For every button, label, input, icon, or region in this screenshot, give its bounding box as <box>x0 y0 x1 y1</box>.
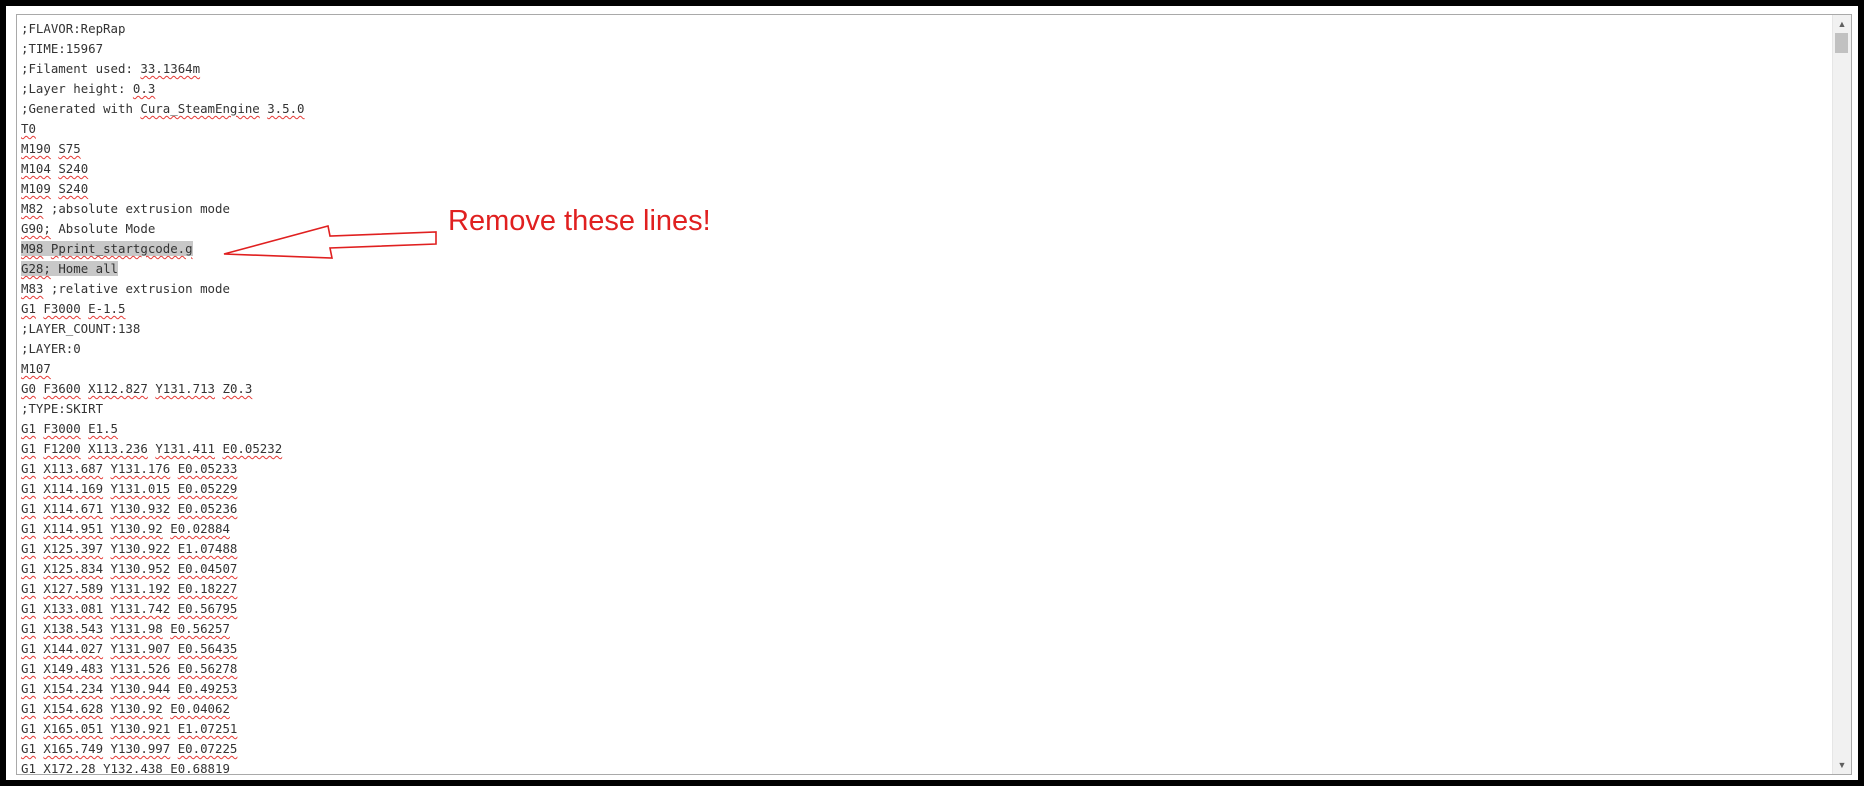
gcode-line: ;LAYER:0 <box>21 339 1815 359</box>
line-text: G1 X114.951 Y130.92 E0.02884 <box>21 521 230 536</box>
scroll-down-arrow-icon[interactable]: ▼ <box>1833 756 1851 774</box>
line-text: T0 <box>21 121 36 136</box>
gcode-line: G1 X154.234 Y130.944 E0.49253 <box>21 679 1815 699</box>
line-text: ;LAYER:0 <box>21 341 81 356</box>
gcode-line: G1 F3000 E-1.5 <box>21 299 1815 319</box>
line-text: G1 F1200 X113.236 Y131.411 E0.05232 <box>21 441 283 456</box>
line-text: G1 X125.397 Y130.922 E1.07488 <box>21 541 238 556</box>
gcode-line: M190 S75 <box>21 139 1815 159</box>
gcode-line: G1 X127.589 Y131.192 E0.18227 <box>21 579 1815 599</box>
line-text: ;FLAVOR:RepRap <box>21 21 126 36</box>
line-text: G90; Absolute Mode <box>21 221 156 236</box>
line-text: ;Layer height: 0.3 <box>21 81 156 96</box>
gcode-lines: ;FLAVOR:RepRap ;TIME:15967 ;Filament used:… <box>21 19 1815 775</box>
line-text: G1 X113.687 Y131.176 E0.05233 <box>21 461 238 476</box>
gcode-line: G28; Home all <box>21 259 1815 279</box>
line-text: M82 ;absolute extrusion mode <box>21 201 230 216</box>
gcode-line: G1 X125.397 Y130.922 E1.07488 <box>21 539 1815 559</box>
line-text: ;Filament used: 33.1364m <box>21 61 201 76</box>
annotation-arrow-icon <box>223 225 437 259</box>
line-text: G1 X154.234 Y130.944 E0.49253 <box>21 681 238 696</box>
gcode-line: ;TYPE:SKIRT <box>21 399 1815 419</box>
gcode-line: G1 F1200 X113.236 Y131.411 E0.05232 <box>21 439 1815 459</box>
gcode-line: G1 X172.28 Y132.438 E0.68819 <box>21 759 1815 775</box>
line-text: M107 <box>21 361 51 376</box>
line-text: G1 X149.483 Y131.526 E0.56278 <box>21 661 238 676</box>
gcode-line: M109 S240 <box>21 179 1815 199</box>
line-text: M83 ;relative extrusion mode <box>21 281 230 296</box>
line-text: ;TYPE:SKIRT <box>21 401 104 416</box>
line-text: G1 X172.28 Y132.438 E0.68819 <box>21 761 230 775</box>
line-text: M109 S240 <box>21 181 89 196</box>
line-text: G1 X125.834 Y130.952 E0.04507 <box>21 561 238 576</box>
line-text: G1 X138.543 Y131.98 E0.56257 <box>21 621 230 636</box>
gcode-line: G1 X165.051 Y130.921 E1.07251 <box>21 719 1815 739</box>
gcode-line: G1 X138.543 Y131.98 E0.56257 <box>21 619 1815 639</box>
line-text: G1 X127.589 Y131.192 E0.18227 <box>21 581 238 596</box>
line-text: ;TIME:15967 <box>21 41 104 56</box>
gcode-line: G1 X114.671 Y130.932 E0.05236 <box>21 499 1815 519</box>
gcode-line: M82 ;absolute extrusion mode <box>21 199 1815 219</box>
gcode-line: G1 X114.951 Y130.92 E0.02884 <box>21 519 1815 539</box>
gcode-line: G1 X149.483 Y131.526 E0.56278 <box>21 659 1815 679</box>
gcode-line: G1 X125.834 Y130.952 E0.04507 <box>21 559 1815 579</box>
gcode-textarea[interactable]: ;FLAVOR:RepRap ;TIME:15967 ;Filament used:… <box>16 14 1852 775</box>
gcode-line: M83 ;relative extrusion mode <box>21 279 1815 299</box>
line-text: G1 X165.749 Y130.997 E0.07225 <box>21 741 238 756</box>
selected-line-text: M98 Pprint_startgcode.g <box>21 241 193 256</box>
selected-line-text: G28; Home all <box>21 261 119 276</box>
gcode-line: G1 F3000 E1.5 <box>21 419 1815 439</box>
scroll-up-arrow-icon[interactable]: ▲ <box>1833 15 1851 33</box>
line-text: G1 X165.051 Y130.921 E1.07251 <box>21 721 238 736</box>
line-text: ;Generated with Cura_SteamEngine 3.5.0 <box>21 101 305 116</box>
scroll-thumb[interactable] <box>1835 33 1848 53</box>
gcode-line: G1 X144.027 Y131.907 E0.56435 <box>21 639 1815 659</box>
gcode-line: G1 X133.081 Y131.742 E0.56795 <box>21 599 1815 619</box>
gcode-line: G0 F3600 X112.827 Y131.713 Z0.3 <box>21 379 1815 399</box>
line-text: ;LAYER_COUNT:138 <box>21 321 141 336</box>
gcode-line: G1 X154.628 Y130.92 E0.04062 <box>21 699 1815 719</box>
gcode-line: ;FLAVOR:RepRap <box>21 19 1815 39</box>
annotation-text: Remove these lines! <box>448 205 711 237</box>
line-text: G1 X114.169 Y131.015 E0.05229 <box>21 481 238 496</box>
window-frame: ;FLAVOR:RepRap ;TIME:15967 ;Filament used:… <box>6 6 1858 780</box>
line-text: G1 X133.081 Y131.742 E0.56795 <box>21 601 238 616</box>
gcode-line: ;Generated with Cura_SteamEngine 3.5.0 <box>21 99 1815 119</box>
gcode-line: G1 X113.687 Y131.176 E0.05233 <box>21 459 1815 479</box>
gcode-line: M104 S240 <box>21 159 1815 179</box>
gcode-line: ;Layer height: 0.3 <box>21 79 1815 99</box>
vertical-scrollbar[interactable]: ▲ ▼ <box>1832 15 1851 774</box>
gcode-line: ;LAYER_COUNT:138 <box>21 319 1815 339</box>
gcode-line: T0 <box>21 119 1815 139</box>
line-text: G0 F3600 X112.827 Y131.713 Z0.3 <box>21 381 253 396</box>
line-text: G1 X154.628 Y130.92 E0.04062 <box>21 701 230 716</box>
line-text: M104 S240 <box>21 161 89 176</box>
gcode-line: ;Filament used: 33.1364m <box>21 59 1815 79</box>
line-text: M190 S75 <box>21 141 81 156</box>
line-text: G1 X144.027 Y131.907 E0.56435 <box>21 641 238 656</box>
line-text: G1 X114.671 Y130.932 E0.05236 <box>21 501 238 516</box>
line-text: G1 F3000 E-1.5 <box>21 301 126 316</box>
gcode-line: G1 X165.749 Y130.997 E0.07225 <box>21 739 1815 759</box>
line-text: G1 F3000 E1.5 <box>21 421 119 436</box>
gcode-line: ;TIME:15967 <box>21 39 1815 59</box>
gcode-line: M107 <box>21 359 1815 379</box>
gcode-line: G1 X114.169 Y131.015 E0.05229 <box>21 479 1815 499</box>
